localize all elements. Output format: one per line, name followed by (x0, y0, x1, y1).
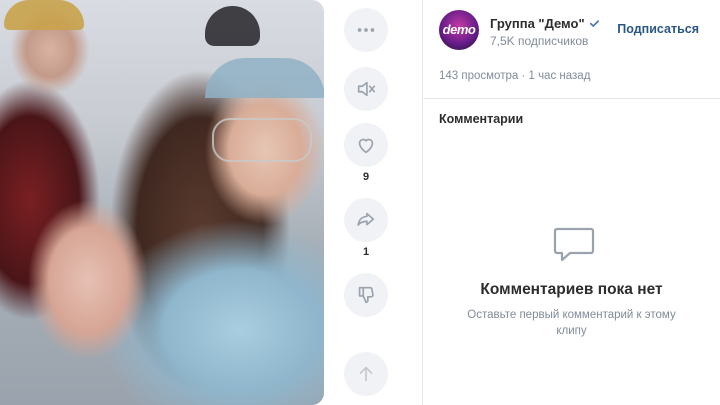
shares-count: 1 (362, 246, 370, 258)
clip-video[interactable] (0, 0, 324, 405)
heart-icon (358, 138, 374, 154)
subscribers-count: 7,5K подписчиков (490, 34, 589, 48)
comments-title: Комментарии (439, 112, 524, 126)
dislike-button[interactable] (344, 273, 388, 317)
group-name-text: Группа "Демо" (490, 16, 585, 31)
clip-actions: 9 1 (344, 0, 388, 405)
arrow-up-icon (359, 366, 373, 382)
share-arrow-icon (357, 212, 375, 226)
clip-info-panel: demo Группа "Демо" 7,5K подписчиков Подп… (423, 0, 720, 405)
video-hood-shape (205, 58, 324, 98)
mute-button[interactable] (344, 67, 388, 111)
video-cap-shape (4, 0, 84, 30)
subscribe-button[interactable]: Подписаться (617, 22, 699, 36)
verified-check-icon (589, 20, 599, 27)
previous-clip-button[interactable] (344, 352, 388, 396)
meta-divider (423, 98, 720, 99)
clip-meta: 143 просмотра · 1 час назад (439, 70, 591, 82)
group-avatar[interactable]: demo (439, 10, 479, 50)
group-avatar-logo-text: demo (442, 22, 476, 37)
thumb-down-icon (358, 286, 374, 304)
like-button[interactable] (344, 123, 388, 167)
empty-comments-title: Комментариев пока нет (480, 281, 663, 298)
more-button[interactable] (344, 8, 388, 52)
more-icon (357, 28, 375, 32)
share-button[interactable] (344, 198, 388, 242)
empty-comments-subtitle: Оставьте первый комментарий к этому клип… (467, 309, 676, 337)
speaker-muted-icon (357, 81, 376, 97)
group-name[interactable]: Группа "Демо" (490, 16, 600, 31)
video-beanie-shape (205, 6, 260, 46)
likes-count: 9 (362, 171, 370, 183)
video-glasses-shape (212, 118, 312, 162)
comment-bubble-icon (553, 227, 595, 262)
